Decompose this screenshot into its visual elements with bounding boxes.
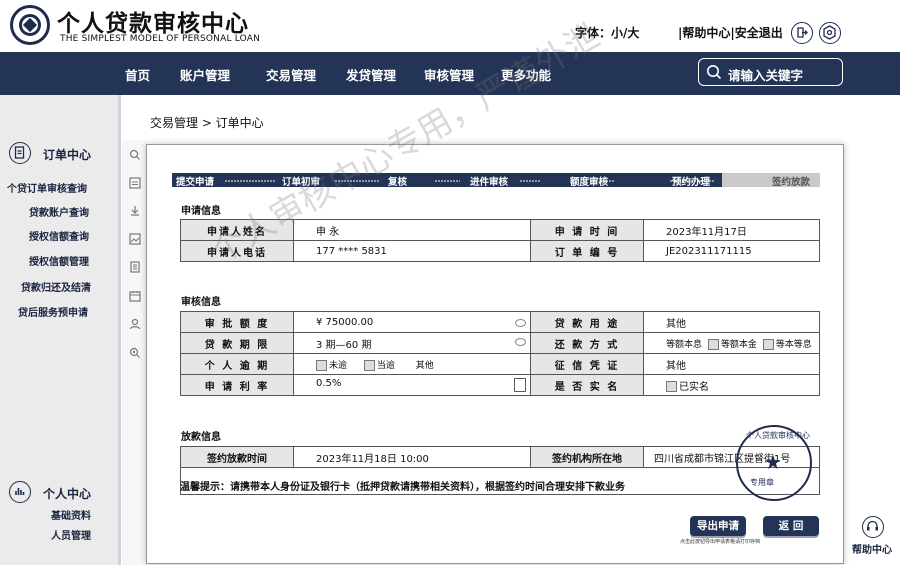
- section-disbursement-title: 放款信息: [181, 432, 221, 443]
- hint-text: 温馨提示：请携带本人身份证及银行卡（抵押贷款请携带相关资料），根据签约时间合理安…: [180, 482, 625, 493]
- approved-amount-label: 审 批 额 度: [180, 311, 294, 333]
- star-icon: ★: [764, 450, 782, 474]
- export-button[interactable]: 导出申请: [690, 516, 746, 536]
- download-icon[interactable]: [129, 205, 141, 217]
- image-icon[interactable]: [129, 233, 141, 245]
- rate-value: 0.5%: [316, 378, 342, 389]
- document-icon[interactable]: [129, 261, 141, 273]
- repay-option-1[interactable]: 等额本息: [666, 340, 702, 350]
- sidebar-item-credit-query[interactable]: 授权信额查询: [29, 228, 89, 243]
- stamp-bottom-text: 专用章: [750, 478, 774, 487]
- search-placeholder: 请输入关键字: [728, 68, 804, 83]
- sidebar-item-repayment[interactable]: 贷款归还及结清: [21, 279, 91, 294]
- overdue-label: 个 人 逾 期: [180, 353, 294, 375]
- step-intake-review: 进件审核: [470, 177, 509, 188]
- apply-time-label: 申 请 时 间: [530, 219, 644, 241]
- credit-value: 其他: [643, 353, 820, 375]
- nav-loan[interactable]: 发贷管理: [346, 65, 396, 84]
- overdue-option-2[interactable]: 当逾: [377, 361, 395, 371]
- zoom-icon[interactable]: [129, 347, 141, 359]
- sidebar-divider: [118, 95, 121, 565]
- repay-option-2[interactable]: 等额本金: [721, 340, 757, 350]
- magnify-icon[interactable]: [129, 149, 141, 161]
- user-icon[interactable]: [129, 318, 141, 330]
- loan-term-label: 贷 款 期 限: [180, 332, 294, 354]
- credit-label: 征 信 凭 证: [530, 353, 644, 375]
- nav-account[interactable]: 账户管理: [180, 65, 230, 84]
- stamp-text: 个人贷款审核中心: [746, 431, 810, 440]
- eye-icon[interactable]: [515, 318, 526, 327]
- nav-transaction[interactable]: 交易管理: [266, 65, 316, 84]
- section-review-title: 审核信息: [181, 297, 221, 308]
- calculator-icon[interactable]: [514, 378, 526, 392]
- order-center-icon: [9, 142, 31, 164]
- repay-option-3[interactable]: 等本等息: [776, 340, 812, 350]
- search-icon: [706, 64, 722, 83]
- order-number-label: 订 单 编 号: [530, 240, 644, 262]
- back-button[interactable]: 返 回: [763, 516, 819, 536]
- rate-label: 申 请 利 率: [180, 374, 294, 396]
- help-logout-links[interactable]: |帮助中心|安全退出: [678, 24, 783, 41]
- repay-checkbox-2[interactable]: [762, 338, 774, 350]
- overdue-checkbox-1[interactable]: [316, 359, 327, 371]
- realname-checkbox[interactable]: [666, 381, 677, 392]
- loan-purpose-label: 贷 款 用 途: [530, 311, 644, 333]
- applicant-phone-value: 177 **** 5831: [293, 240, 531, 262]
- sidebar-item-credit-manage[interactable]: 授权信额管理: [29, 253, 89, 268]
- loan-purpose-value: 其他: [643, 311, 820, 333]
- eye-icon[interactable]: [515, 337, 526, 346]
- sidebar-item-after-service[interactable]: 贷后服务预申请: [18, 304, 88, 319]
- sidebar-item-basic-info[interactable]: 基础资料: [51, 507, 91, 522]
- signing-time-label: 签约放款时间: [180, 446, 294, 468]
- help-center-label[interactable]: 帮助中心: [852, 541, 892, 556]
- repay-method-label: 还 款 方 式: [530, 332, 644, 354]
- overdue-option-3[interactable]: 其他: [416, 361, 434, 371]
- overdue-checkbox-2[interactable]: [363, 359, 375, 371]
- signing-time-value: 2023年11月18日 10:00: [293, 446, 531, 468]
- sidebar-item-order-query[interactable]: 个贷订单审核查询: [7, 180, 87, 195]
- list-icon[interactable]: [129, 177, 141, 189]
- step-appointment: 预约办理: [672, 177, 711, 188]
- signing-location-label: 签约机构所在地: [530, 446, 644, 468]
- breadcrumb: 交易管理 > 订单中心: [150, 116, 264, 130]
- calendar-icon[interactable]: [129, 290, 141, 302]
- headset-icon[interactable]: [862, 516, 884, 538]
- personal-center-icon: [9, 481, 31, 503]
- step-submit: 提交申请: [176, 177, 215, 188]
- app-title: 个人贷款审核中心: [57, 11, 249, 37]
- realname-value: 已实名: [679, 381, 709, 393]
- order-number-value: JE202311171115: [643, 240, 820, 262]
- repay-checkbox-1[interactable]: [707, 338, 719, 350]
- apply-time-value: 2023年11月17日: [643, 219, 820, 241]
- section-application-title: 申请信息: [181, 206, 221, 217]
- sidebar-group-personal[interactable]: 个人中心: [43, 485, 91, 502]
- logo-icon: [10, 5, 50, 45]
- overdue-option-1[interactable]: 未逾: [329, 361, 347, 371]
- approved-amount-value: ¥ 75000.00: [316, 316, 374, 328]
- nav-home[interactable]: 首页: [125, 65, 150, 84]
- export-note: 点击此按钮导出申请表格请打印存档: [680, 539, 761, 545]
- sidebar-item-staff[interactable]: 人员管理: [51, 527, 91, 542]
- loan-term-value: 3 期—60 期: [316, 339, 372, 351]
- sidebar-item-account-query[interactable]: 贷款账户查询: [29, 204, 89, 219]
- exit-icon[interactable]: [791, 22, 813, 44]
- step-limit-review: 额度审核: [570, 177, 609, 188]
- settings-icon[interactable]: [819, 22, 841, 44]
- step-signing: 签约放款: [772, 177, 811, 188]
- realname-label: 是 否 实 名: [530, 374, 644, 396]
- applicant-name-value: 申 永: [293, 219, 531, 241]
- app-subtitle: THE SIMPLEST MODEL OF PERSONAL LOAN: [60, 34, 261, 44]
- sidebar-group-orders[interactable]: 订单中心: [43, 146, 91, 163]
- review-table: 审 批 额 度 ¥ 75000.00 贷 款 用 途 其他 贷 款 期 限 3 …: [180, 311, 820, 396]
